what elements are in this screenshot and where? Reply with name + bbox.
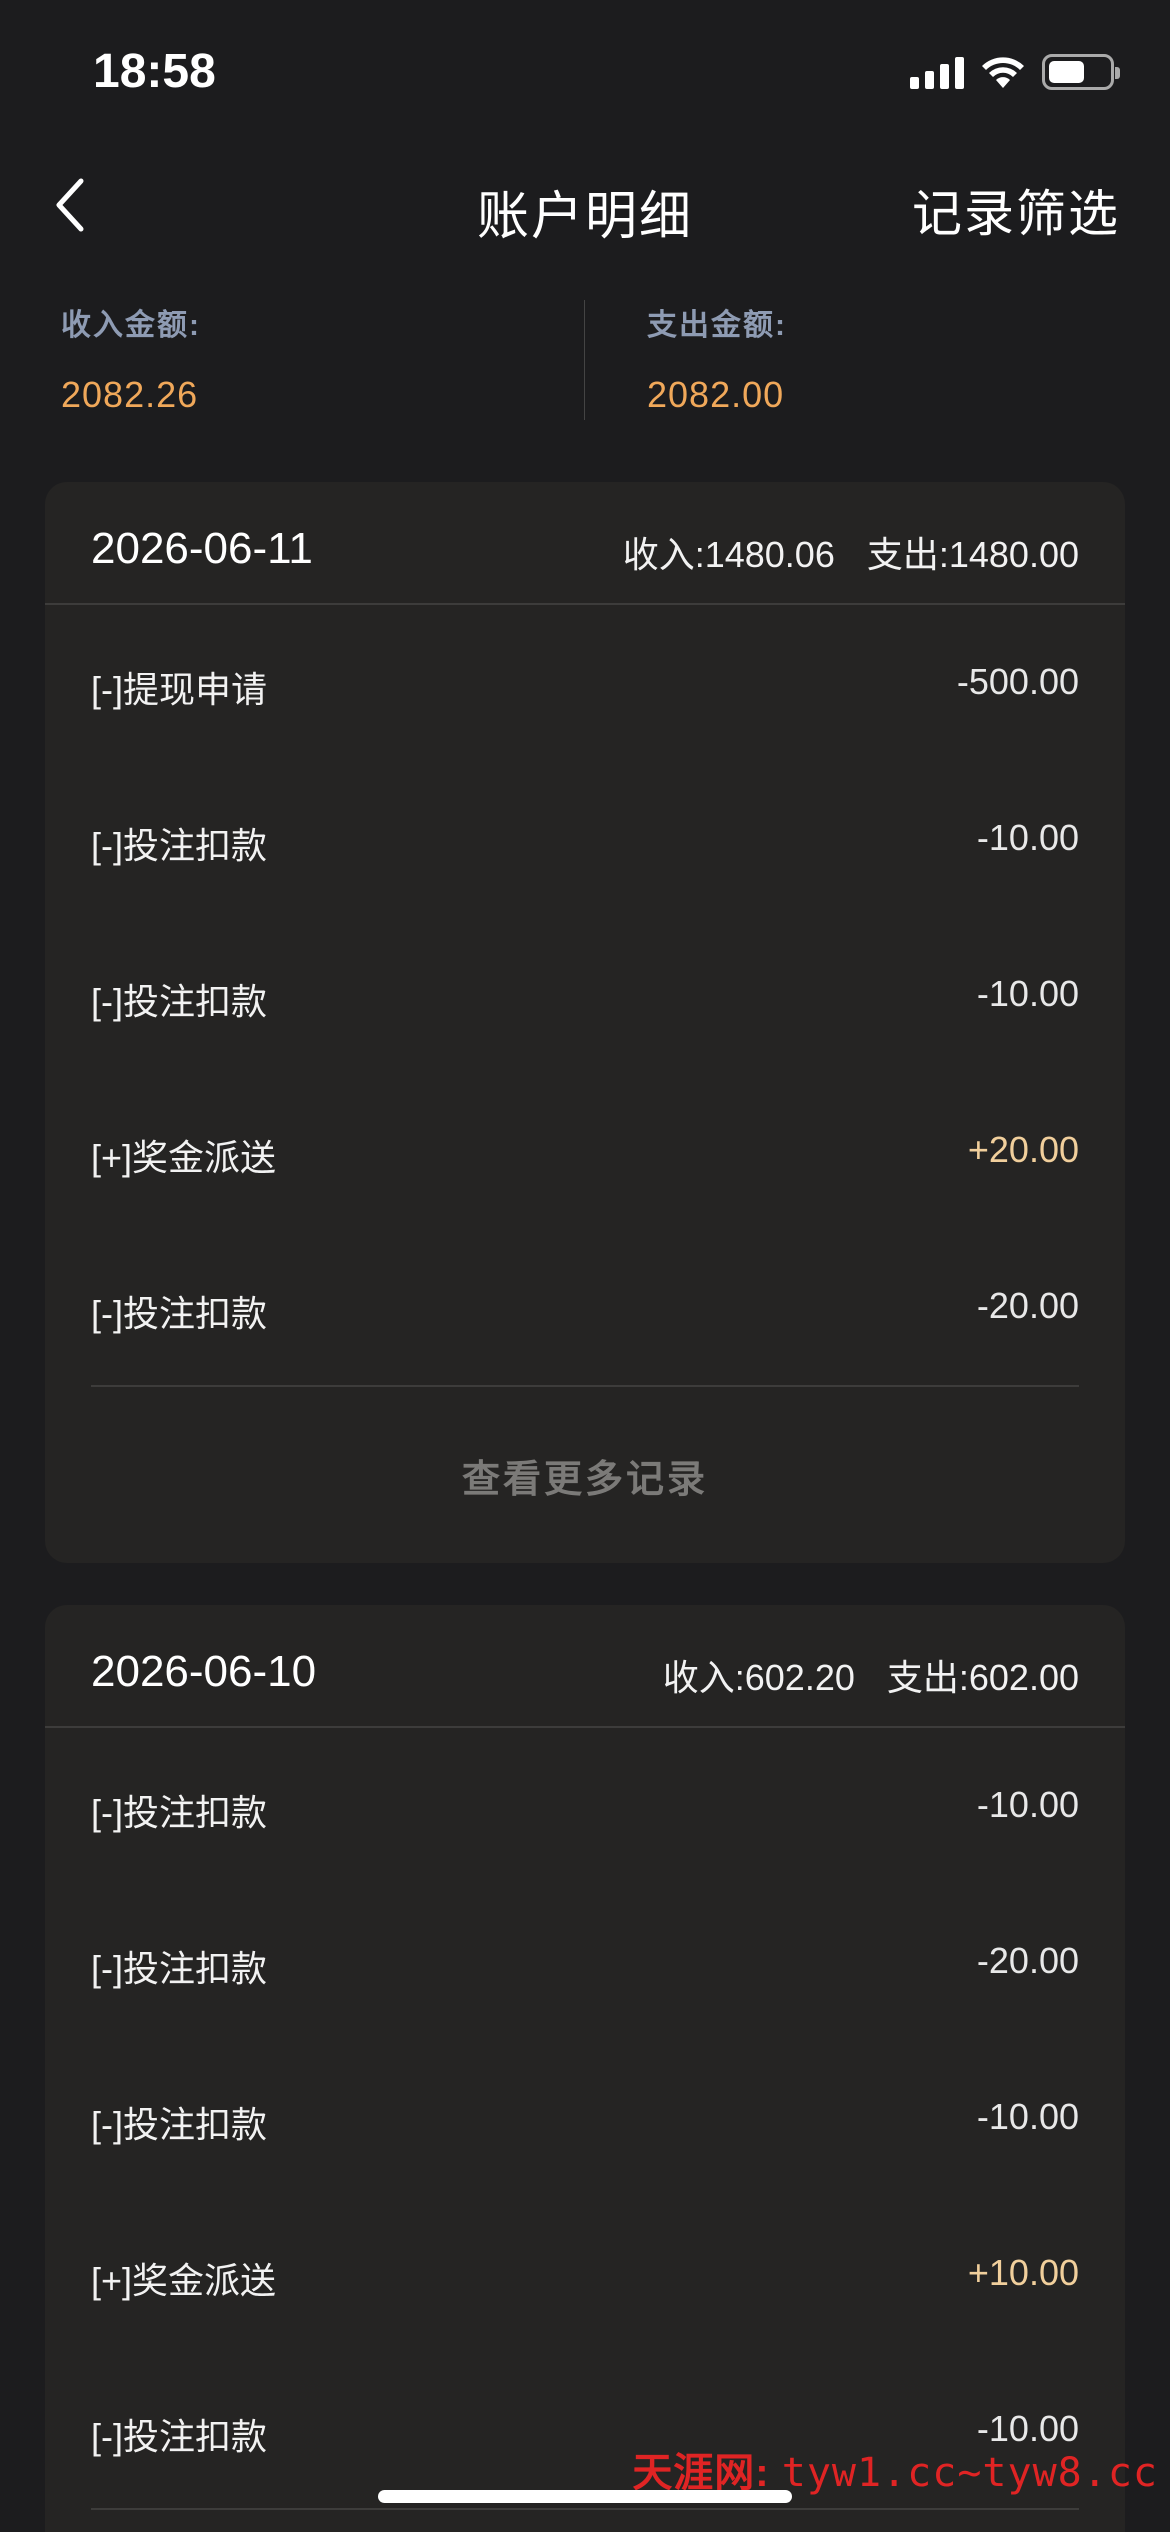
transaction-label: [-]投注扣款 <box>91 1792 267 1833</box>
transaction-label: [+]奖金派送 <box>91 2260 277 2301</box>
transaction-amount: -20.00 <box>976 1940 1079 1981</box>
balance-summary: 收入金额: 2082.26 支出金额: 2082.00 <box>0 300 1170 430</box>
group-expense: 支出:1480.00 <box>866 534 1079 575</box>
watermark-site: 天涯网: <box>632 2451 770 2495</box>
day-group-header: 2026-06-11 收入:1480.06 支出:1480.00 <box>45 482 1125 605</box>
transaction-label: [-]投注扣款 <box>91 1293 267 1334</box>
transaction-row[interactable]: [-]投注扣款 -20.00 <box>45 1884 1125 2040</box>
transaction-row[interactable]: [-]投注扣款 -10.00 <box>45 917 1125 1073</box>
transaction-row[interactable]: [+]奖金派送 +10.00 <box>45 2196 1125 2352</box>
income-value: 2082.26 <box>61 374 199 415</box>
status-bar: 18:58 <box>0 0 1170 150</box>
transaction-row[interactable]: [-]投注扣款 -20.00 <box>45 1229 1125 1385</box>
transaction-label: [+]奖金派送 <box>91 1137 277 1178</box>
transaction-label: [-]提现申请 <box>91 669 267 710</box>
group-income: 收入:1480.06 <box>622 534 835 575</box>
status-time: 18:58 <box>93 45 216 98</box>
transaction-row[interactable]: [-]投注扣款 -10.00 <box>45 2040 1125 2196</box>
home-indicator[interactable] <box>378 2490 792 2503</box>
group-date: 2026-06-10 <box>91 1647 317 1696</box>
transaction-amount: -10.00 <box>976 817 1079 858</box>
cellular-signal-icon <box>910 55 964 89</box>
group-income: 收入:602.20 <box>662 1657 855 1698</box>
transaction-amount: -500.00 <box>956 661 1079 702</box>
day-group-card: 2026-06-11 收入:1480.06 支出:1480.00 [-]提现申请… <box>45 482 1125 1563</box>
transaction-row[interactable]: [-]投注扣款 -10.00 <box>45 761 1125 917</box>
view-more-records-button[interactable]: 查看更多记录 <box>45 1387 1125 1563</box>
transaction-label: [-]投注扣款 <box>91 2104 267 2145</box>
status-icons <box>910 54 1120 90</box>
wifi-icon <box>982 57 1024 88</box>
transaction-label: [-]投注扣款 <box>91 981 267 1022</box>
transaction-amount: -20.00 <box>976 1285 1079 1326</box>
income-summary: 收入金额: 2082.26 <box>61 300 201 416</box>
navigation-bar: 账户明细 记录筛选 <box>0 160 1170 250</box>
expense-value: 2082.00 <box>647 374 785 415</box>
day-group-header: 2026-06-10 收入:602.20 支出:602.00 <box>45 1605 1125 1728</box>
group-date: 2026-06-11 <box>91 524 313 573</box>
group-totals: 收入:602.20 支出:602.00 <box>663 1649 1079 1701</box>
transaction-amount: -10.00 <box>976 1784 1079 1825</box>
transaction-row[interactable]: [-]投注扣款 -10.00 <box>45 1728 1125 1884</box>
transaction-amount: -10.00 <box>976 973 1079 1014</box>
transaction-row[interactable]: [+]奖金派送 +20.00 <box>45 1073 1125 1229</box>
transaction-amount: -10.00 <box>976 2096 1079 2137</box>
expense-label: 支出金额: <box>647 309 787 342</box>
expense-summary: 支出金额: 2082.00 <box>647 300 787 416</box>
transaction-label: [-]投注扣款 <box>91 1948 267 1989</box>
filter-records-button[interactable]: 记录筛选 <box>912 174 1120 246</box>
group-totals: 收入:1480.06 支出:1480.00 <box>623 526 1079 578</box>
transaction-amount: +10.00 <box>967 2252 1079 2293</box>
day-group-card: 2026-06-10 收入:602.20 支出:602.00 [-]投注扣款 -… <box>45 1605 1125 2532</box>
income-label: 收入金额: <box>61 309 201 342</box>
divider <box>91 2508 1079 2510</box>
transaction-amount: +20.00 <box>967 1129 1079 1170</box>
summary-divider <box>584 300 585 420</box>
transaction-label: [-]投注扣款 <box>91 2416 267 2457</box>
group-expense: 支出:602.00 <box>886 1657 1079 1698</box>
battery-icon <box>1042 54 1120 90</box>
transaction-row[interactable]: [-]提现申请 -500.00 <box>45 605 1125 761</box>
watermark-urls: tyw1.cc~tyw8.cc <box>781 2450 1158 2496</box>
transaction-label: [-]投注扣款 <box>91 825 267 866</box>
